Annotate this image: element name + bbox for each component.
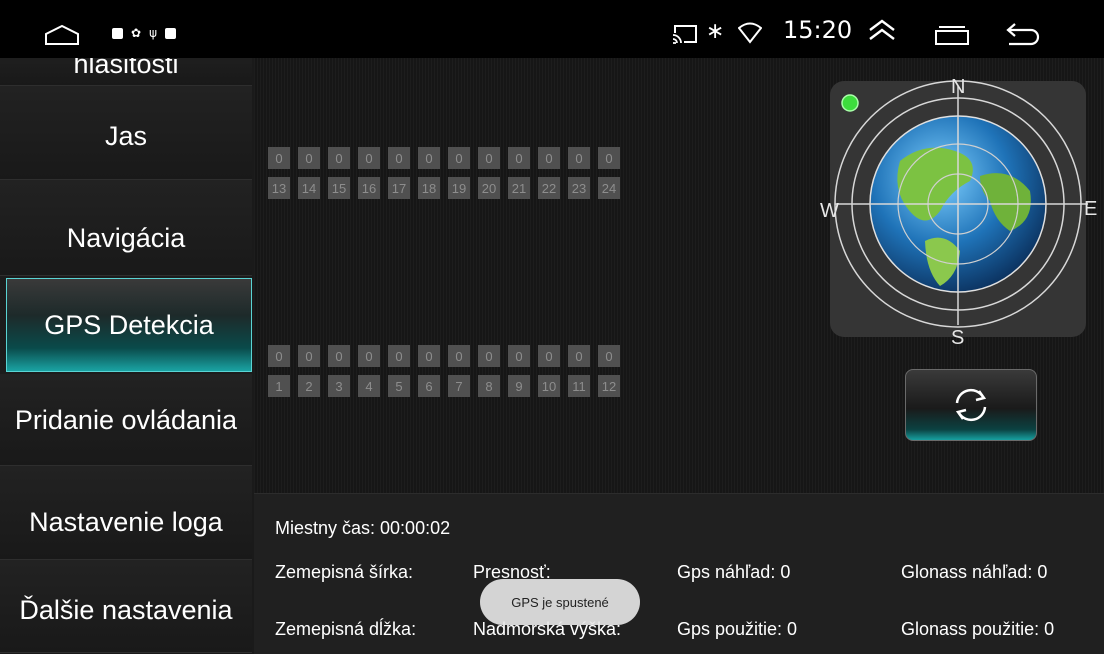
signal-cell: 0 (388, 345, 410, 367)
satellite-id-cell: 12 (598, 375, 620, 397)
signal-cell: 0 (418, 345, 440, 367)
notification-icon (112, 27, 123, 39)
satellite-id-cell: 6 (418, 375, 440, 397)
notification-icons: ✿ ψ (112, 27, 176, 39)
toast-message: GPS je spustené (480, 579, 640, 625)
compass-south: S (951, 327, 964, 349)
usb-icon: ψ (149, 26, 157, 40)
sidebar-item-controls[interactable]: Pridanie ovládania (0, 374, 252, 466)
back-icon[interactable] (1005, 22, 1041, 46)
bluetooth-icon: ∗ (706, 19, 725, 44)
sidebar-item-label: Ďalšie nastavenia (19, 595, 233, 625)
local-time: Miestny čas: 00:00:02 (275, 518, 451, 538)
clock: 15:20 (783, 16, 853, 44)
gps-info-panel: Miestny čas: 00:00:02 Zemepisná šírka: P… (254, 493, 1104, 654)
latitude-label: Zemepisná šírka: (275, 562, 414, 582)
gps-status-indicator (841, 94, 859, 112)
signal-cell: 0 (598, 345, 620, 367)
sidebar-item-label: Jas (104, 121, 148, 151)
sidebar-item-gps-detection[interactable]: GPS Detekcia (6, 278, 252, 372)
compass-west: W (820, 200, 839, 222)
signal-cell: 0 (538, 345, 560, 367)
signal-cell: 0 (448, 147, 470, 169)
sidebar-item-label: Nastavenie loga (29, 507, 223, 537)
satellite-id-cell: 9 (508, 375, 530, 397)
cast-icon (672, 25, 697, 44)
gps-used-label: Gps použitie: 0 (677, 619, 798, 639)
satellite-id-cell: 15 (328, 177, 350, 199)
signal-cell: 0 (418, 147, 440, 169)
sidebar-item-label: hlasitosti (73, 58, 179, 79)
signal-cell: 0 (268, 147, 290, 169)
gps-view-label: Gps náhľad: 0 (677, 562, 791, 582)
signal-cell: 0 (448, 345, 470, 367)
sidebar-item-label: Navigácia (66, 222, 186, 253)
signal-cell: 0 (298, 345, 320, 367)
refresh-button[interactable] (905, 369, 1037, 441)
signal-cell: 0 (328, 147, 350, 169)
signal-cell: 0 (358, 147, 380, 169)
signal-cell: 0 (268, 345, 290, 367)
sidebar-item-more-settings[interactable]: Ďalšie nastavenia (0, 560, 252, 653)
sidebar-item-label: GPS Detekcia (44, 310, 214, 340)
signal-cell: 0 (328, 345, 350, 367)
satellite-id-cell: 2 (298, 375, 320, 397)
signal-cell: 0 (538, 147, 560, 169)
satellite-id-cell: 21 (508, 177, 530, 199)
satellite-id-cell: 17 (388, 177, 410, 199)
expand-icon[interactable] (867, 19, 897, 41)
satellite-id-cell: 16 (358, 177, 380, 199)
satellite-id-cell: 4 (358, 375, 380, 397)
satellite-id-cell: 24 (598, 177, 620, 199)
satellite-id-cell: 8 (478, 375, 500, 397)
glonass-view-label: Glonass náhľad: 0 (901, 562, 1048, 582)
signal-cell: 0 (508, 345, 530, 367)
signal-cell: 0 (388, 147, 410, 169)
signal-cell: 0 (298, 147, 320, 169)
satellite-id-cell: 13 (268, 177, 290, 199)
sidebar-item-label: Pridanie ovládania (14, 404, 238, 435)
compass-north: N (951, 76, 965, 98)
compass-globe-icon: N S W E (820, 76, 1097, 349)
signal-cell: 0 (358, 345, 380, 367)
compass-east: E (1084, 198, 1097, 220)
home-icon[interactable] (44, 24, 80, 46)
wifi-icon (738, 22, 762, 44)
satellite-id-cell: 18 (418, 177, 440, 199)
satellite-id-cell: 1 (268, 375, 290, 397)
signal-cell: 0 (568, 147, 590, 169)
refresh-icon (955, 388, 987, 422)
satellite-grid-top: 0 0 0 0 0 0 0 0 0 0 0 0 13 14 15 16 17 1… (268, 147, 620, 199)
signal-cell: 0 (598, 147, 620, 169)
signal-cell: 0 (508, 147, 530, 169)
satellite-id-cell: 22 (538, 177, 560, 199)
sidebar-item-volume[interactable]: hlasitosti (0, 58, 252, 86)
sidebar-item-navigation[interactable]: Navigácia (0, 180, 252, 276)
satellite-id-cell: 3 (328, 375, 350, 397)
recents-icon[interactable] (935, 25, 969, 45)
satellite-id-cell: 5 (388, 375, 410, 397)
gps-satellite-panel: 0 0 0 0 0 0 0 0 0 0 0 0 13 14 15 16 17 1… (254, 58, 1104, 493)
satellite-grid-bottom: 0 0 0 0 0 0 0 0 0 0 0 0 1 2 3 4 5 6 7 8 … (268, 345, 620, 397)
satellite-id-cell: 14 (298, 177, 320, 199)
signal-cell: 0 (478, 345, 500, 367)
satellite-id-cell: 20 (478, 177, 500, 199)
status-bar: ✿ ψ ∗ 15:20 (0, 0, 1104, 58)
sidebar-item-brightness[interactable]: Jas (0, 86, 252, 180)
notification-icon (164, 27, 176, 39)
satellite-id-cell: 10 (538, 375, 560, 397)
satellite-id-cell: 19 (448, 177, 470, 199)
settings-icon: ✿ (131, 26, 142, 40)
satellite-id-cell: 23 (568, 177, 590, 199)
longitude-label: Zemepisná dĺžka: (275, 619, 417, 639)
satellite-id-cell: 11 (568, 375, 590, 397)
signal-cell: 0 (568, 345, 590, 367)
glonass-used-label: Glonass použitie: 0 (901, 619, 1055, 639)
satellite-id-cell: 7 (448, 375, 470, 397)
sidebar: hlasitosti Jas Navigácia GPS Detekcia Pr… (0, 58, 252, 653)
compass-panel: N S W E (820, 76, 1097, 349)
sidebar-item-logo-settings[interactable]: Nastavenie loga (0, 466, 252, 560)
signal-cell: 0 (478, 147, 500, 169)
